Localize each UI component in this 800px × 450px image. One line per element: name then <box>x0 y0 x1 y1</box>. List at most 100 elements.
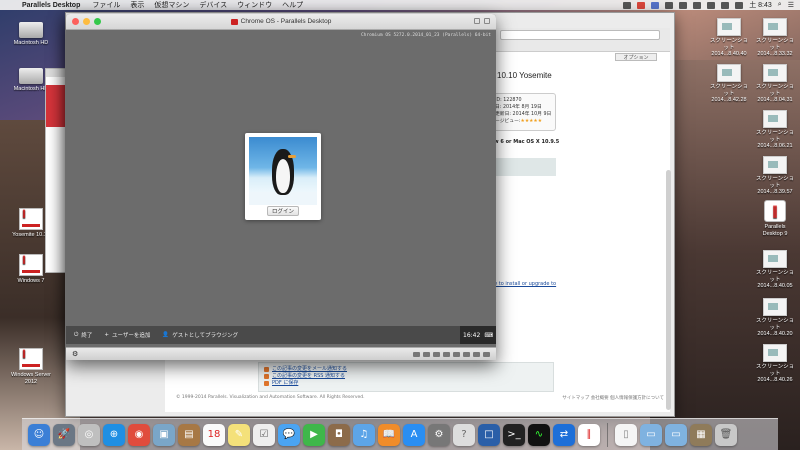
menu-window[interactable]: ウィンドウ <box>237 0 272 10</box>
desktop-icon-screenshot[interactable]: スクリーンショット 2014...8.40.20 <box>754 298 796 338</box>
mic-icon[interactable] <box>423 351 430 357</box>
photos-stack-icon[interactable]: ▦ <box>690 423 712 446</box>
login-button[interactable]: ログイン <box>267 206 299 216</box>
finder-icon[interactable]: ☺ <box>28 423 50 446</box>
status-tray[interactable]: 16:42 ⌨ <box>460 326 496 344</box>
menu-file[interactable]: ファイル <box>92 0 120 10</box>
vm-titlebar[interactable]: Chrome OS - Parallels Desktop <box>66 14 496 30</box>
desktop-icon-screenshot[interactable]: スクリーンショット 2014...8.40.26 <box>754 344 796 384</box>
rss-icon <box>264 374 269 379</box>
tray-time-machine-icon[interactable] <box>665 1 674 9</box>
desktop-icon-screenshot[interactable]: スクリーンショット 2014...8.42.28 <box>708 64 750 104</box>
desktop-icon-parallels-app[interactable]: ∥ Parallels Desktop 9 <box>754 200 796 237</box>
settings-icon[interactable] <box>483 351 490 357</box>
zoom-window-icon[interactable] <box>94 18 101 25</box>
calendar-icon[interactable]: 18 <box>203 423 225 446</box>
notes-icon[interactable]: ✎ <box>228 423 250 446</box>
keyboard-icon[interactable] <box>413 351 420 357</box>
coherence-icon[interactable] <box>474 18 480 24</box>
menu-view[interactable]: 表示 <box>130 0 144 10</box>
app-store-icon[interactable]: A <box>403 423 425 446</box>
parallels-vm-icon <box>19 208 43 230</box>
tray-volume-icon[interactable] <box>707 1 716 9</box>
menu-vm[interactable]: 仮想マシン <box>154 0 189 10</box>
menu-help[interactable]: ヘルプ <box>282 0 303 10</box>
vm-window[interactable]: Chrome OS - Parallels Desktop Chromium O… <box>66 14 496 360</box>
options-button[interactable]: オプション <box>615 53 657 61</box>
preview-icon[interactable]: ▣ <box>153 423 175 446</box>
document-icon[interactable]: ▯ <box>615 423 637 446</box>
photo-booth-icon[interactable]: ◘ <box>328 423 350 446</box>
chrome-icon[interactable]: ◉ <box>128 423 150 446</box>
launchpad-icon[interactable]: 🚀 <box>53 423 75 446</box>
parallels-desktop-icon[interactable]: ∥ <box>578 423 600 446</box>
ibooks-icon[interactable]: 📖 <box>378 423 400 446</box>
notification-center-icon[interactable]: ☰ <box>788 1 794 9</box>
menu-app-name[interactable]: Parallels Desktop <box>22 2 80 9</box>
tray-battery-icon[interactable] <box>721 1 730 9</box>
user-pod[interactable]: ログイン <box>245 133 321 220</box>
rating-stars-icon[interactable]: ★★★★★ <box>521 119 543 124</box>
parallels-vm-icon <box>19 348 43 370</box>
footer-link-about[interactable]: 会社概要 <box>591 396 609 401</box>
desktop-icon-hd[interactable]: Macintosh HD <box>10 22 52 47</box>
tray-bluetooth-icon[interactable] <box>679 1 688 9</box>
menubar-clock[interactable]: 土 8:43 <box>749 0 772 10</box>
desktop-icon-screenshot[interactable]: スクリーンショット 2014...8.40.05 <box>754 250 796 290</box>
help-icon[interactable]: ? <box>453 423 475 446</box>
virtualbox-icon[interactable]: □ <box>478 423 500 446</box>
messages-icon[interactable]: 💬 <box>278 423 300 446</box>
teamviewer-icon[interactable]: ⇄ <box>553 423 575 446</box>
tray-wifi-icon[interactable] <box>693 1 702 9</box>
system-preferences-icon[interactable]: ⚙ <box>428 423 450 446</box>
play-icon[interactable] <box>473 351 480 357</box>
tray-parallels-icon[interactable] <box>637 1 646 9</box>
fullscreen-icon[interactable] <box>484 18 490 24</box>
pdf-icon <box>264 381 269 386</box>
desktop-icon-screenshot[interactable]: スクリーンショット 2014...8.40.40 <box>708 18 750 58</box>
camera-icon[interactable] <box>443 351 450 357</box>
trash-icon[interactable]: 🗑 <box>715 423 737 446</box>
footer-link-sitemap[interactable]: サイトマップ <box>562 396 589 401</box>
vm-config-gear-icon[interactable]: ⚙ <box>72 350 78 358</box>
install-link[interactable]: ow to install or upgrade to <box>490 281 556 287</box>
shutdown-button[interactable]: ⏻ 終了 <box>74 331 92 340</box>
network-icon[interactable] <box>453 351 460 357</box>
activity-monitor-icon[interactable]: ∿ <box>528 423 550 446</box>
save-pdf-link[interactable]: PDF に保存 <box>272 380 298 387</box>
subscribe-mail-link[interactable]: この記事の変更をメール通知する <box>272 366 347 373</box>
subscribe-rss-link[interactable]: この記事の変更を RSS 通知する <box>272 373 345 380</box>
facetime-icon[interactable]: ▶ <box>303 423 325 446</box>
footer-link-privacy[interactable]: 個人情報保護方針について <box>610 396 664 401</box>
add-user-button[interactable]: + ユーザーを追加 <box>104 331 150 339</box>
folder-icon[interactable]: ▭ <box>640 423 662 446</box>
itunes-icon[interactable]: ♫ <box>353 423 375 446</box>
spotlight-icon[interactable]: ⌕ <box>778 1 782 9</box>
add-user-label: ユーザーを追加 <box>111 333 151 339</box>
reminders-icon[interactable]: ☑ <box>253 423 275 446</box>
tray-app-icon[interactable] <box>623 1 632 9</box>
terminal-icon[interactable]: >_ <box>503 423 525 446</box>
close-window-icon[interactable] <box>72 18 79 25</box>
tray-input-icon[interactable] <box>735 1 744 9</box>
speaker-icon[interactable] <box>433 351 440 357</box>
desktop-icon-screenshot[interactable]: スクリーンショット 2014...8.39.57 <box>754 156 796 196</box>
desktop-icon-screenshot[interactable]: スクリーンショット 2014...8.04.31 <box>754 64 796 104</box>
usb-icon[interactable] <box>463 351 470 357</box>
safari-compass-icon[interactable]: ◎ <box>78 423 100 446</box>
browser-scrollbar[interactable] <box>666 170 671 410</box>
desktop-icon-screenshot[interactable]: スクリーンショット 2014...8.33.32 <box>754 18 796 58</box>
browse-as-guest-button[interactable]: 👤 ゲストとしてブラウジング <box>162 331 238 339</box>
desktop-icon-label: スクリーンショット 2014...8.40.05 <box>755 270 795 289</box>
downloads-folder-icon[interactable]: ▭ <box>665 423 687 446</box>
contacts-icon[interactable]: ▤ <box>178 423 200 446</box>
desktop-icon-screenshot[interactable]: スクリーンショット 2014...8.06.21 <box>754 110 796 150</box>
tray-security-icon[interactable] <box>651 1 660 9</box>
safari-icon[interactable]: ⊕ <box>103 423 125 446</box>
user-avatar[interactable] <box>249 137 317 205</box>
menu-devices[interactable]: デバイス <box>199 0 227 10</box>
browser-address-bar[interactable] <box>500 30 660 40</box>
mail-icon <box>264 367 269 372</box>
desktop-icon-windows-server[interactable]: Windows Server 2012 <box>10 348 52 385</box>
minimize-window-icon[interactable] <box>83 18 90 25</box>
